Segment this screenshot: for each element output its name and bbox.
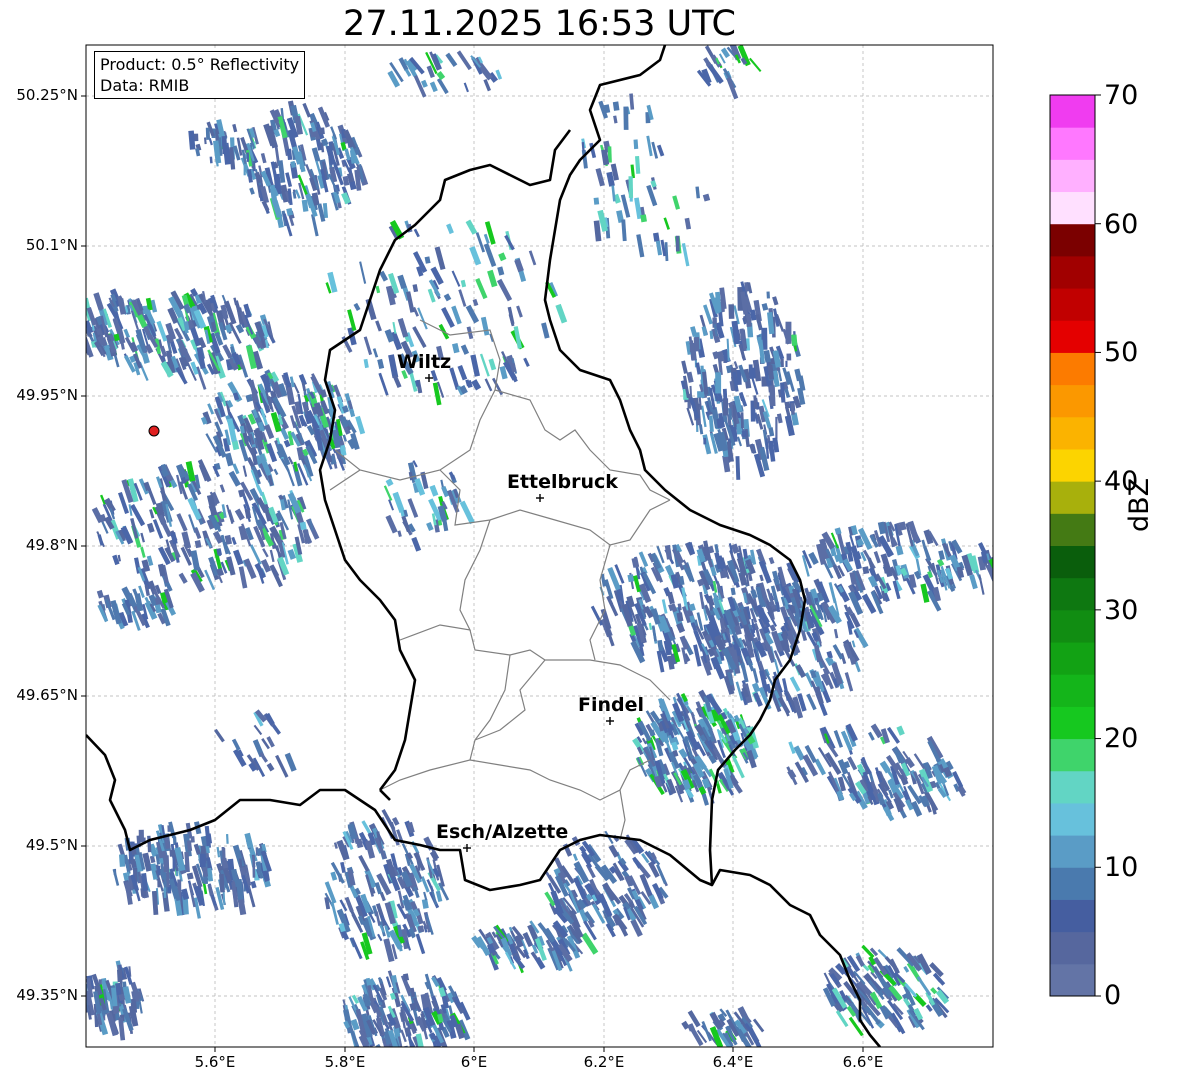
echo-cell: [791, 334, 798, 346]
product-label: Product: 0.5° Reflectivity: [100, 55, 300, 74]
city-label-findel: Findel: [578, 694, 645, 716]
city-label-wiltz: Wiltz: [397, 351, 452, 373]
lat-label: 49.65°N: [16, 686, 78, 704]
lon-label: 6.6°E: [842, 1053, 884, 1071]
lat-label: 49.8°N: [25, 536, 78, 554]
data-source-label: Data: RMIB: [100, 76, 190, 95]
echo-cell: [723, 398, 729, 416]
lon-label: 5.6°E: [194, 1053, 236, 1071]
colorbar-tick-label: 20: [1104, 723, 1139, 754]
echo-cell: [623, 106, 629, 130]
echo-cell: [735, 456, 741, 480]
lat-label: 49.95°N: [16, 386, 78, 404]
lon-label: 5.8°E: [324, 1053, 366, 1071]
colorbar-tick-label: 0: [1104, 980, 1122, 1011]
echo-cell: [785, 360, 788, 367]
echo-cell: [633, 139, 639, 150]
colorbar-tick-label: 10: [1104, 852, 1139, 883]
radar-map: [73, 44, 994, 1070]
echo-cell: [74, 309, 80, 319]
echo-cell: [741, 430, 748, 438]
echo-cell: [693, 337, 700, 352]
echo-cell: [740, 412, 744, 429]
echo-cell: [703, 437, 707, 445]
echo-cell: [593, 197, 600, 205]
echo-cell: [640, 214, 647, 223]
lon-label: 6°E: [460, 1053, 488, 1071]
echo-cell: [190, 836, 195, 843]
echo-cell: [157, 865, 161, 876]
echo-cell: [749, 367, 756, 379]
info-box: Product: 0.5° Reflectivity Data: RMIB: [94, 51, 306, 99]
echo-cell: [73, 323, 81, 338]
echo-cell: [199, 853, 206, 868]
echo-cell: [135, 992, 140, 1002]
echo-cell: [117, 969, 123, 983]
radar-site-marker: [148, 425, 160, 437]
lat-label: 50.1°N: [25, 236, 78, 254]
echo-cell: [86, 322, 87, 338]
lat-label: 49.35°N: [16, 986, 78, 1004]
colorbar-tick-label: 60: [1104, 209, 1139, 240]
echo-cell: [766, 291, 770, 299]
lat-label: 49.5°N: [25, 836, 78, 854]
echo-cell: [400, 1048, 410, 1062]
echo-cell: [715, 372, 722, 394]
echo-cell: [86, 982, 87, 991]
lat-label: 50.25°N: [16, 86, 78, 104]
echo-cell: [238, 858, 243, 869]
colorbar-tick-label: 30: [1104, 595, 1139, 626]
city-label-ettelbruck: Ettelbruck: [507, 471, 618, 493]
echo-cell: [86, 984, 87, 1002]
echo-cell: [172, 856, 176, 872]
echo-cell: [205, 127, 211, 140]
echo-cell: [390, 1048, 402, 1070]
echo-cell: [775, 416, 778, 439]
echo-cell: [628, 176, 634, 198]
echo-cell: [252, 855, 256, 878]
echo-cell: [119, 854, 126, 867]
echo-cell: [786, 353, 792, 361]
echo-cell: [78, 328, 85, 348]
echo-cell: [76, 315, 86, 332]
city-label-esch-alzette: Esch/Alzette: [436, 821, 569, 843]
colorbar-tick-label: 70: [1104, 80, 1139, 111]
echo-cell: [381, 1046, 392, 1047]
lon-label: 6.2°E: [583, 1053, 625, 1071]
echo-cell: [728, 304, 735, 319]
echo-cell: [246, 152, 250, 162]
colorbar-title: dBZ: [1124, 477, 1155, 532]
echo-cell: [785, 321, 792, 344]
colorbar-tick-label: 50: [1104, 337, 1139, 368]
lon-label: 6.4°E: [712, 1053, 754, 1071]
echo-cell: [222, 847, 226, 864]
echo-cell: [221, 135, 228, 155]
echo-cell: [75, 316, 85, 329]
echo-cell: [862, 566, 870, 575]
echo-cell: [675, 235, 680, 252]
echo-cell: [318, 127, 325, 135]
echo-cell: [769, 385, 776, 407]
